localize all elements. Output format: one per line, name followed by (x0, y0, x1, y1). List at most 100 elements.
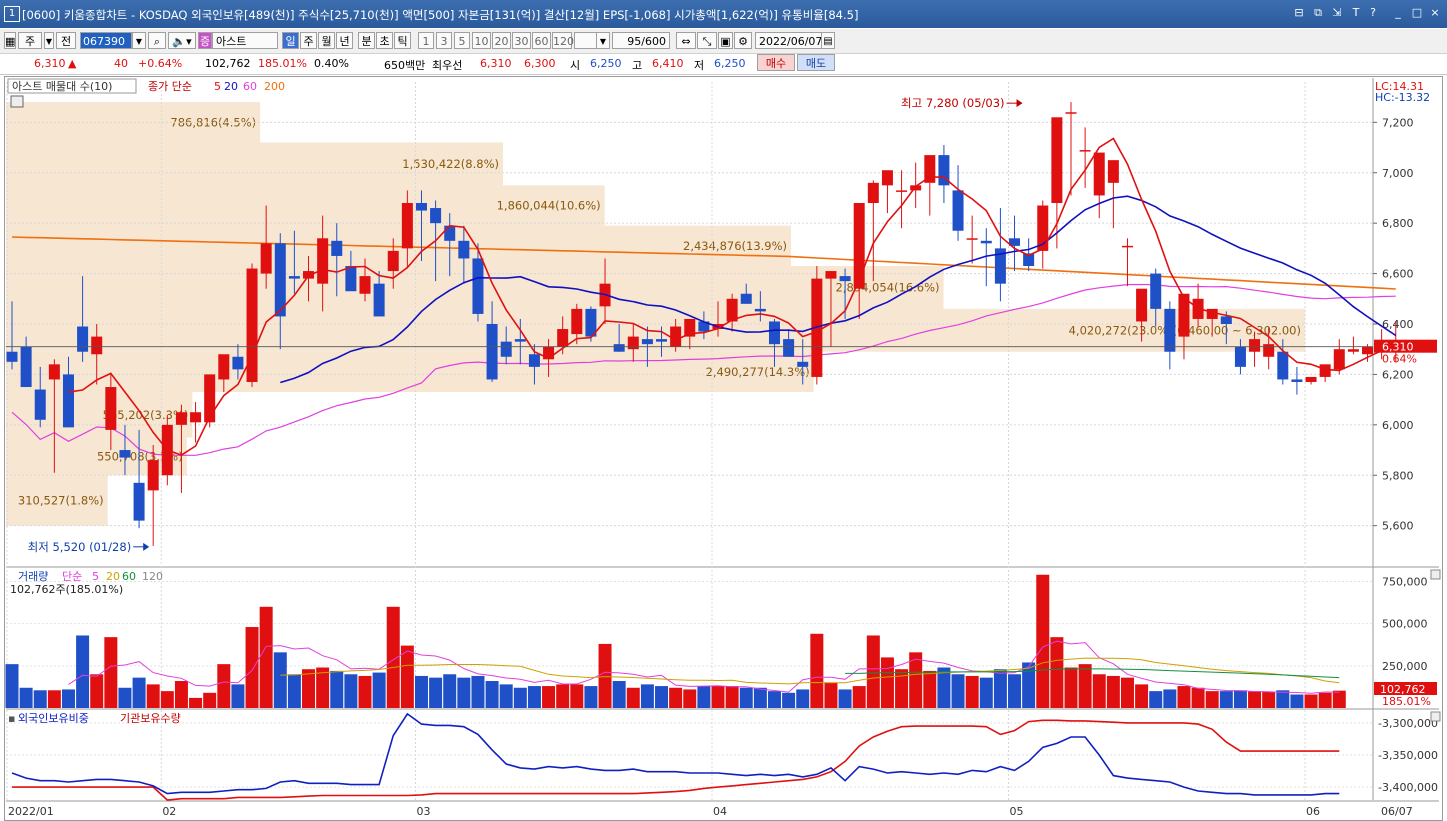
candle-body (1291, 379, 1303, 382)
ma-legend-60: 60 (243, 80, 257, 93)
pane-toggle-icon (1430, 569, 1441, 580)
candle-body (528, 354, 540, 367)
candle-body (966, 238, 978, 240)
candle-body (1107, 160, 1119, 183)
candle-body (896, 190, 908, 192)
volume-bar (1078, 664, 1092, 708)
volume-bar (725, 686, 739, 708)
volume-bar (542, 686, 556, 708)
volume-bar (1205, 691, 1219, 708)
volume-bar (245, 627, 259, 708)
volume-bar (203, 692, 217, 708)
volume-last-pct: 185.01% (1382, 695, 1431, 708)
volume-bar (76, 635, 90, 708)
candle-body (1150, 273, 1162, 309)
volume-bar (414, 675, 428, 708)
candle-body (627, 336, 639, 350)
candle-body (656, 339, 668, 342)
volume-bar (951, 674, 965, 708)
volume-tick-label: 250,000 (1382, 660, 1428, 673)
candle-body (1263, 344, 1275, 357)
high-annotation: 최고 7,280 (05/03) (901, 96, 1005, 110)
pane-bullet-icon: ▪ (8, 712, 15, 725)
hc-label: HC:-13.32 (1375, 91, 1430, 104)
candle-body (1136, 288, 1148, 322)
x-tick-label: 06 (1306, 805, 1320, 818)
volume-bar (1318, 692, 1332, 708)
volume-bar (174, 681, 188, 708)
candle-body (1079, 150, 1091, 152)
volume-bar (824, 682, 838, 708)
volume-ma5-line (68, 640, 1340, 694)
candle-body (91, 336, 103, 355)
volume-bar (118, 687, 132, 708)
volume-bar (457, 677, 471, 708)
candle-body (557, 329, 569, 347)
inst-tick-label: -3,400,000 (1378, 781, 1438, 794)
candle-body (401, 203, 413, 249)
candle-body (62, 374, 74, 428)
volume-bar (1022, 662, 1036, 708)
pane-toggle-icon (1430, 711, 1441, 722)
institution-legend: 기관보유수량 (120, 712, 181, 725)
volume-bar (90, 674, 104, 708)
candle-body (119, 450, 131, 458)
volume-bar (1276, 690, 1290, 708)
chart-svg[interactable]: 310,527(1.8%)550,708(3.2%)565,202(3.3%)2… (0, 0, 1447, 821)
volume-bar (1248, 691, 1262, 708)
x-axis-last-date: 06/07 (1381, 805, 1413, 818)
x-tick-label: 2022/01 (8, 805, 54, 818)
candle-body (1164, 308, 1176, 352)
volume-bar (1135, 684, 1149, 708)
volume-bar (443, 674, 457, 708)
volume-bar (1332, 690, 1346, 708)
y-tick-label: 5,600 (1382, 520, 1414, 533)
y-tick-label: 6,000 (1382, 419, 1414, 432)
candle-body (331, 240, 343, 256)
candle-body (133, 482, 145, 521)
candle-body (1065, 112, 1077, 114)
candle-body (881, 170, 893, 186)
candle-body (260, 243, 272, 274)
candle-body (980, 240, 992, 244)
volume-bar (485, 681, 499, 708)
candle-body (430, 208, 442, 224)
candle-body (317, 238, 329, 284)
y-tick-label: 7,000 (1382, 167, 1414, 180)
volume-bar (655, 686, 669, 708)
foreign-ratio-line (11, 712, 1340, 796)
candle-body (444, 225, 456, 241)
candle-body (1234, 346, 1246, 367)
candle-body (218, 354, 230, 380)
volume-ma-label: 단순 (62, 570, 82, 583)
volume-bar (5, 664, 19, 708)
candle-body (613, 344, 625, 352)
volume-tick-label: 750,000 (1382, 575, 1428, 588)
volume-legend-label: 거래량 (18, 570, 48, 583)
ma-legend-200: 200 (264, 80, 285, 93)
volume-bar (697, 686, 711, 708)
volume-bar (782, 692, 796, 708)
volume-bar (852, 686, 866, 708)
volume-bar (231, 684, 245, 708)
x-tick-label: 05 (1010, 805, 1024, 818)
candle-body (853, 203, 865, 289)
candle-body (952, 190, 964, 231)
volume-bar (1008, 674, 1022, 708)
volume-bar (146, 684, 160, 708)
volume-bar (937, 667, 951, 708)
volume-bar (372, 672, 386, 708)
chart-table-icon (10, 95, 24, 108)
candle-body (359, 276, 371, 294)
volume-bar (1106, 675, 1120, 708)
volume-bar (259, 606, 273, 708)
volume-bar (993, 669, 1007, 708)
volume-bar (1191, 687, 1205, 708)
price-legend-label: 종가 단순 (148, 80, 192, 93)
candle-body (1093, 152, 1105, 196)
volume-bar (556, 684, 570, 708)
candle-body (825, 271, 837, 279)
volume-profile-bar (6, 351, 814, 393)
inst-tick-label: -3,300,000 (1378, 717, 1438, 730)
volume-bar (796, 689, 810, 708)
